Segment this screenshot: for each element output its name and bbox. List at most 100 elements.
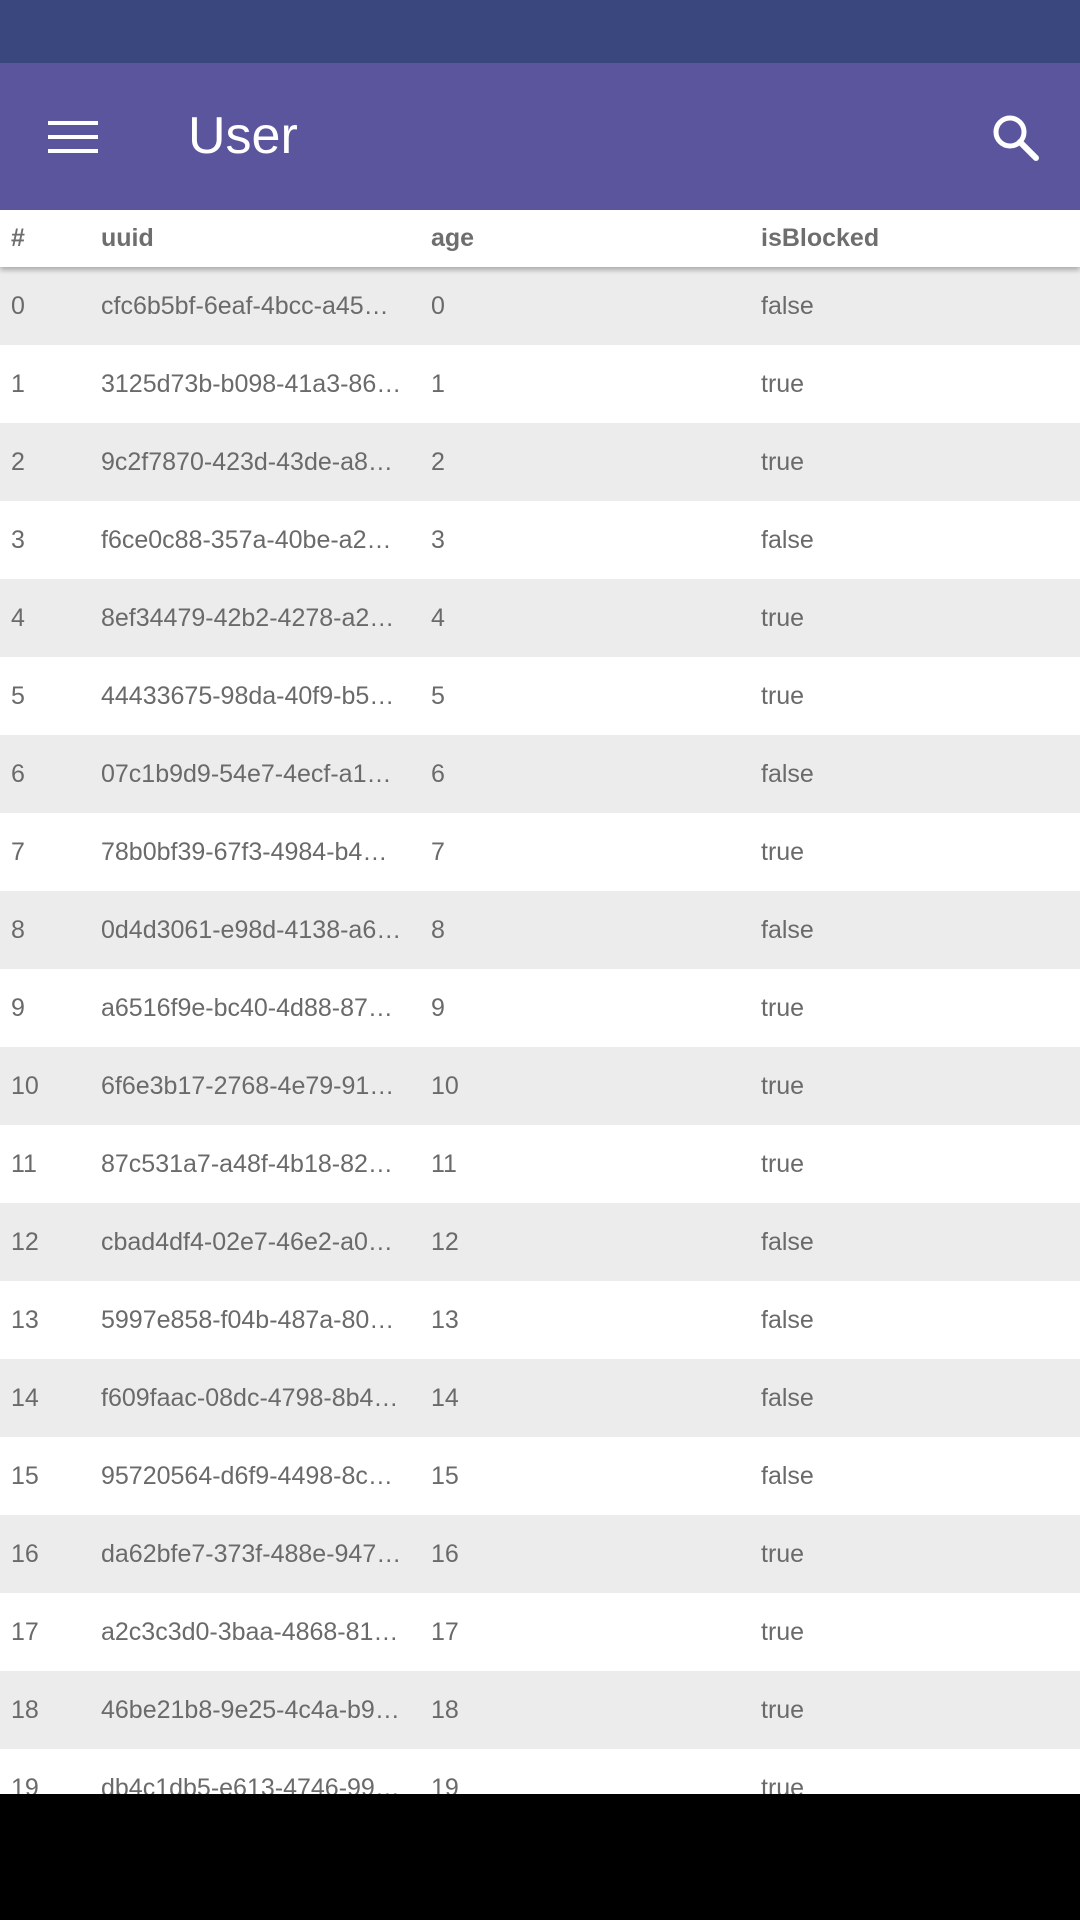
table-row[interactable]: 11 87c531a7-a48f-4b18-82… 11 true xyxy=(0,1125,1080,1203)
uuid-cell: 5997e858-f04b-487a-80… xyxy=(101,1306,395,1334)
table-row[interactable]: 17 a2c3c3d0-3baa-4868-81… 17 true xyxy=(0,1593,1080,1671)
isblocked-cell: false xyxy=(761,1462,814,1490)
age-cell: 3 xyxy=(431,526,445,554)
row-index-cell: 1 xyxy=(11,370,25,398)
table-row[interactable]: 14 f609faac-08dc-4798-8b4… 14 false xyxy=(0,1359,1080,1437)
table-row[interactable]: 5 44433675-98da-40f9-b5… 5 true xyxy=(0,657,1080,735)
uuid-cell: cfc6b5bf-6eaf-4bcc-a45… xyxy=(101,292,389,320)
uuid-cell: cbad4df4-02e7-46e2-a0… xyxy=(101,1228,393,1256)
table-row[interactable]: 10 6f6e3b17-2768-4e79-91… 10 true xyxy=(0,1047,1080,1125)
table-row[interactable]: 0 cfc6b5bf-6eaf-4bcc-a45… 0 false xyxy=(0,267,1080,345)
row-index-cell: 12 xyxy=(11,1228,39,1256)
age-cell: 8 xyxy=(431,916,445,944)
column-header-isblocked[interactable]: isBlocked xyxy=(761,210,1061,267)
row-index-cell: 13 xyxy=(11,1306,39,1334)
row-index-cell: 8 xyxy=(11,916,25,944)
search-icon xyxy=(993,115,1039,161)
age-cell: 18 xyxy=(431,1696,459,1724)
age-cell: 14 xyxy=(431,1384,459,1412)
isblocked-cell: true xyxy=(761,1774,805,1794)
table-row[interactable]: 9 a6516f9e-bc40-4d88-87… 9 true xyxy=(0,969,1080,1047)
uuid-cell: f609faac-08dc-4798-8b4… xyxy=(101,1384,399,1412)
table-header: # uuid age isBlocked xyxy=(0,210,1080,267)
column-header-index[interactable]: # xyxy=(11,210,91,267)
isblocked-cell: true xyxy=(761,1618,805,1646)
uuid-cell: 3125d73b-b098-41a3-86… xyxy=(101,370,402,398)
age-cell: 9 xyxy=(431,994,445,1022)
age-cell: 5 xyxy=(431,682,445,710)
isblocked-cell: false xyxy=(761,916,814,944)
status-bar xyxy=(0,0,1080,63)
app-bar: User xyxy=(0,63,1080,210)
isblocked-cell: false xyxy=(761,1384,814,1412)
hamburger-menu-icon xyxy=(48,121,98,153)
uuid-cell: da62bfe7-373f-488e-947… xyxy=(101,1540,402,1568)
isblocked-cell: false xyxy=(761,1306,814,1334)
row-index-cell: 9 xyxy=(11,994,25,1022)
row-index-cell: 7 xyxy=(11,838,25,866)
data-table: # uuid age isBlocked 0 cfc6b5bf-6eaf-4bcc… xyxy=(0,210,1080,1794)
uuid-cell: 44433675-98da-40f9-b5… xyxy=(101,682,395,710)
table-row[interactable]: 1 3125d73b-b098-41a3-86… 1 true xyxy=(0,345,1080,423)
age-cell: 1 xyxy=(431,370,445,398)
uuid-cell: f6ce0c88-357a-40be-a2… xyxy=(101,526,392,554)
row-index-cell: 10 xyxy=(11,1072,39,1100)
uuid-cell: 07c1b9d9-54e7-4ecf-a1… xyxy=(101,760,392,788)
isblocked-cell: true xyxy=(761,994,805,1022)
age-cell: 12 xyxy=(431,1228,459,1256)
column-header-uuid[interactable]: uuid xyxy=(101,210,407,267)
uuid-cell: 8ef34479-42b2-4278-a2… xyxy=(101,604,395,632)
uuid-cell: a2c3c3d0-3baa-4868-81… xyxy=(101,1618,399,1646)
row-index-cell: 18 xyxy=(11,1696,39,1724)
age-cell: 7 xyxy=(431,838,445,866)
isblocked-cell: true xyxy=(761,1540,805,1568)
column-header-age[interactable]: age xyxy=(431,210,731,267)
age-cell: 6 xyxy=(431,760,445,788)
table-row[interactable]: 8 0d4d3061-e98d-4138-a6… 8 false xyxy=(0,891,1080,969)
age-cell: 19 xyxy=(431,1774,459,1794)
isblocked-cell: true xyxy=(761,448,805,476)
age-cell: 13 xyxy=(431,1306,459,1334)
row-index-cell: 3 xyxy=(11,526,25,554)
age-cell: 2 xyxy=(431,448,445,476)
search-button[interactable] xyxy=(980,106,1050,168)
age-cell: 4 xyxy=(431,604,445,632)
uuid-cell: db4c1db5-e613-4746-99… xyxy=(101,1774,400,1794)
isblocked-cell: false xyxy=(761,292,814,320)
table-body: 0 cfc6b5bf-6eaf-4bcc-a45… 0 false 1 3125d73b-… xyxy=(0,267,1080,1794)
row-index-cell: 0 xyxy=(11,292,25,320)
isblocked-cell: true xyxy=(761,370,805,398)
age-cell: 17 xyxy=(431,1618,459,1646)
isblocked-cell: true xyxy=(761,604,805,632)
table-row[interactable]: 6 07c1b9d9-54e7-4ecf-a1… 6 false xyxy=(0,735,1080,813)
isblocked-cell: true xyxy=(761,682,805,710)
isblocked-cell: true xyxy=(761,1072,805,1100)
table-row[interactable]: 18 46be21b8-9e25-4c4a-b9… 18 true xyxy=(0,1671,1080,1749)
navigation-bar xyxy=(0,1794,1080,1920)
table-row[interactable]: 15 95720564-d6f9-4498-8c… 15 false xyxy=(0,1437,1080,1515)
table-row[interactable]: 2 9c2f7870-423d-43de-a8… 2 true xyxy=(0,423,1080,501)
app-screen: User # uuid age isBlocked 0 cfc6b5bf-6eaf… xyxy=(0,0,1080,1920)
uuid-cell: a6516f9e-bc40-4d88-87… xyxy=(101,994,393,1022)
menu-button[interactable] xyxy=(38,106,108,168)
row-index-cell: 14 xyxy=(11,1384,39,1412)
uuid-cell: 78b0bf39-67f3-4984-b4… xyxy=(101,838,388,866)
uuid-cell: 46be21b8-9e25-4c4a-b9… xyxy=(101,1696,400,1724)
age-cell: 16 xyxy=(431,1540,459,1568)
table-row[interactable]: 19 db4c1db5-e613-4746-99… 19 true xyxy=(0,1749,1080,1794)
age-cell: 10 xyxy=(431,1072,459,1100)
age-cell: 0 xyxy=(431,292,445,320)
row-index-cell: 17 xyxy=(11,1618,39,1646)
row-index-cell: 4 xyxy=(11,604,25,632)
uuid-cell: 6f6e3b17-2768-4e79-91… xyxy=(101,1072,395,1100)
table-row[interactable]: 3 f6ce0c88-357a-40be-a2… 3 false xyxy=(0,501,1080,579)
table-row[interactable]: 7 78b0bf39-67f3-4984-b4… 7 true xyxy=(0,813,1080,891)
table-row[interactable]: 16 da62bfe7-373f-488e-947… 16 true xyxy=(0,1515,1080,1593)
table-row[interactable]: 12 cbad4df4-02e7-46e2-a0… 12 false xyxy=(0,1203,1080,1281)
table-row[interactable]: 4 8ef34479-42b2-4278-a2… 4 true xyxy=(0,579,1080,657)
table-row[interactable]: 13 5997e858-f04b-487a-80… 13 false xyxy=(0,1281,1080,1359)
age-cell: 15 xyxy=(431,1462,459,1490)
row-index-cell: 2 xyxy=(11,448,25,476)
row-index-cell: 6 xyxy=(11,760,25,788)
row-index-cell: 11 xyxy=(11,1150,37,1178)
